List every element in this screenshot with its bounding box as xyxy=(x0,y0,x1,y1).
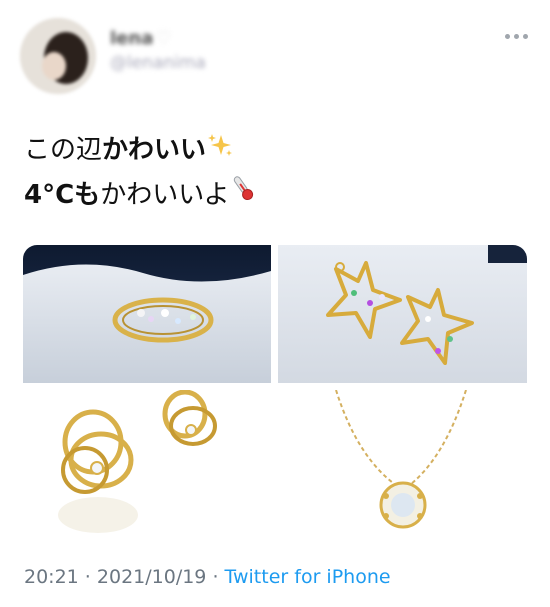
tweet-date[interactable]: 2021/10/19 xyxy=(97,566,207,588)
media-image-loop-earrings[interactable] xyxy=(23,390,271,543)
display-name[interactable]: lena xyxy=(110,28,153,49)
media-grid xyxy=(23,245,527,543)
tweet-text: この辺かわいい 4°Cもかわいいよ xyxy=(24,128,256,217)
tweet-text-part: かわいいよ xyxy=(100,179,230,210)
user-handle[interactable]: @lenanima xyxy=(110,50,206,76)
meta-separator: · xyxy=(78,566,97,588)
thermometer-icon xyxy=(230,173,256,217)
tweet-line-2: 4°Cもかわいいよ xyxy=(24,173,256,218)
tweet-text-bold: かわいい xyxy=(102,135,207,165)
heart-icon: ♡ xyxy=(155,28,172,49)
avatar[interactable] xyxy=(20,18,96,94)
meta-separator: · xyxy=(206,566,225,588)
tweet-client[interactable]: Twitter for iPhone xyxy=(225,566,391,588)
tweet-meta: 20:21 · 2021/10/19 · Twitter for iPhone xyxy=(24,566,391,588)
sparkles-icon xyxy=(206,129,234,173)
media-image-ring[interactable] xyxy=(23,245,271,383)
tweet-line-1: この辺かわいい xyxy=(24,128,256,173)
user-name-block[interactable]: lena ♡ @lenanima xyxy=(110,28,206,76)
tweet-text-bold: 4°Cも xyxy=(24,179,101,210)
tweet-time[interactable]: 20:21 xyxy=(24,566,79,588)
more-icon[interactable] xyxy=(505,34,528,39)
media-image-star-earrings[interactable] xyxy=(278,245,527,383)
media-image-necklace[interactable] xyxy=(278,390,527,543)
tweet-text-part: この辺 xyxy=(24,135,103,165)
